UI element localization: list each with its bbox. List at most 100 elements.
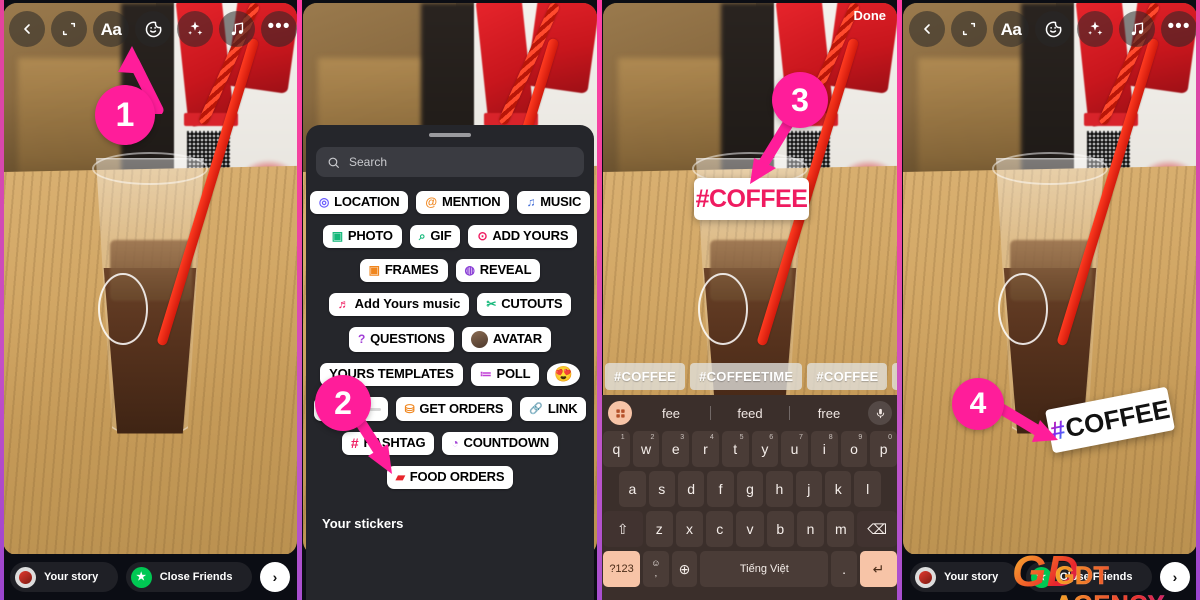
close-friends-button[interactable]: ★ Close Friends [125,562,253,592]
music-icon[interactable] [1119,11,1155,47]
keyboard-switch-icon[interactable] [608,401,632,425]
key-g[interactable]: g [736,471,764,507]
hashtag-suggestion[interactable]: #COFFEE [605,362,686,390]
shift-key[interactable]: ⇧ [603,511,643,547]
your-story-button[interactable]: Your story [910,562,1018,592]
sticker-chip-label: MENTION [441,194,501,209]
enter-key[interactable]: ↵ [859,551,897,587]
key-s[interactable]: s [648,471,675,507]
key-t[interactable]: t5 [721,431,749,467]
sticker-chip-emoji[interactable]: 😍 [547,362,580,386]
key-y[interactable]: y6 [751,431,779,467]
key-r[interactable]: r4 [692,431,719,467]
sticker-chip-add-yours-music[interactable]: ♬ Add Yours music [328,292,470,316]
more-icon[interactable]: ••• [261,11,297,47]
next-button-label: › [272,569,278,585]
keyboard-row-4: ?123 ☺, ⊕ Tiếng Việt . ↵ [600,551,900,587]
key-q[interactable]: q1 [602,431,630,467]
sticker-search-input[interactable]: Search [316,147,584,177]
sticker-chip-poll[interactable]: ≔ POLL [470,362,540,386]
key-n[interactable]: n [796,511,825,547]
key-p[interactable]: p0 [870,431,898,467]
emoji-sticker-icon: 😍 [554,365,573,383]
key-z[interactable]: z [645,511,673,547]
back-icon[interactable] [9,11,45,47]
resize-icon[interactable] [51,11,87,47]
space-key[interactable]: Tiếng Việt [700,551,829,587]
close-friends-label: Close Friends [159,571,233,583]
sticker-chip-location[interactable]: ◎ LOCATION [309,191,409,214]
key-i[interactable]: i8 [810,431,838,467]
sticker-chip-reveal[interactable]: ◍ REVEAL [455,258,541,282]
key-u[interactable]: u7 [781,431,808,467]
key-b[interactable]: b [766,511,794,547]
key-m[interactable]: m [827,511,855,547]
key-j[interactable]: j [795,471,823,507]
sticker-chip-label: ADD YOURS [492,227,569,243]
sticker-row-0: ◎ LOCATION @ MENTION ♫ MUSIC [306,191,594,214]
callout-badge-4: 4 [952,378,1004,430]
on-screen-keyboard: fee feed free q1 w2 e3 r4 t5 y6 u7 i8 o9… [600,395,900,600]
sticker-chip-avatar[interactable]: AVATAR [461,326,551,352]
next-button[interactable]: › [1160,562,1191,592]
keyboard-suggestion[interactable]: fee [632,406,710,421]
sticker-chip-music[interactable]: ♫ MUSIC [517,191,591,214]
music-icon[interactable] [219,11,255,47]
key-k[interactable]: k [825,471,852,507]
right-edge-border [1196,0,1200,600]
back-icon[interactable] [909,11,945,47]
hashtag-suggestion-bar: #COFFEE #COFFEETIME #COFFEE #COF [600,357,900,395]
hashtag-suggestion[interactable]: #COFFEE [807,362,888,390]
key-v[interactable]: v [736,511,764,547]
hashtag-suggestion[interactable]: #COFFEETIME [690,362,803,390]
sticker-chip-label: POLL [496,365,531,381]
keyboard-suggestion[interactable]: feed [711,406,789,421]
sticker-chip-add-yours[interactable]: ⊙ ADD YOURS [468,224,578,248]
globe-key[interactable]: ⊕ [671,551,698,587]
row-2-spacer [603,471,616,507]
key-a[interactable]: a [619,471,646,507]
microphone-icon[interactable] [868,401,892,425]
key-f[interactable]: f [707,471,734,507]
your-story-button[interactable]: Your story [10,562,118,592]
avatar-icon [470,330,488,348]
sticker-chip-countdown[interactable]: ◔ COUNTDOWN [442,432,559,455]
photo-coffee-cup [91,152,209,434]
sticker-chip-questions[interactable]: ? QUESTIONS [348,326,454,352]
key-o[interactable]: o9 [840,431,868,467]
sticker-chip-frames[interactable]: ▣ FRAMES [359,258,448,282]
key-x[interactable]: x [675,511,704,547]
emoji-key[interactable]: ☺, [643,551,669,587]
done-button[interactable]: Done [854,8,887,23]
sticker-chip-photo[interactable]: ▣ PHOTO [322,224,402,248]
sticker-chip-mention[interactable]: @ MENTION [416,191,510,214]
key-e[interactable]: e3 [662,431,690,467]
sticker-icon[interactable] [1035,11,1071,47]
backspace-key[interactable]: ⌫ [857,511,897,547]
tray-grabber[interactable] [429,133,471,137]
next-button[interactable]: › [260,562,291,592]
sticker-chip-cutouts[interactable]: ✂ CUTOUTS [477,292,572,316]
question-bubble-icon: ? [357,332,366,347]
sticker-chip-link[interactable]: 🔗 LINK [520,397,587,421]
keyboard-suggestion-strip: fee feed free [600,395,900,431]
resize-icon[interactable] [951,11,987,47]
effects-icon[interactable] [1077,11,1113,47]
text-icon[interactable]: Aa [993,11,1029,47]
sticker-chip-label: GET ORDERS [419,400,504,416]
key-d[interactable]: d [677,471,705,507]
key-c[interactable]: c [706,511,734,547]
callout-badge-2: 2 [315,375,371,431]
close-friends-button[interactable]: ★ Close Friends [1025,562,1153,592]
eye-off-icon: ◍ [464,263,475,278]
keyboard-suggestion[interactable]: free [790,406,868,421]
more-icon[interactable]: ••• [1161,11,1197,47]
key-h[interactable]: h [766,471,793,507]
key-l[interactable]: l [854,471,881,507]
symbols-key[interactable]: ?123 [603,551,641,587]
key-w[interactable]: w2 [632,431,660,467]
sticker-chip-get-orders[interactable]: ⛁ GET ORDERS [395,397,513,421]
effects-icon[interactable] [177,11,213,47]
sticker-chip-gif[interactable]: ⌕ GIF [409,224,461,248]
period-key[interactable]: . [831,551,857,587]
